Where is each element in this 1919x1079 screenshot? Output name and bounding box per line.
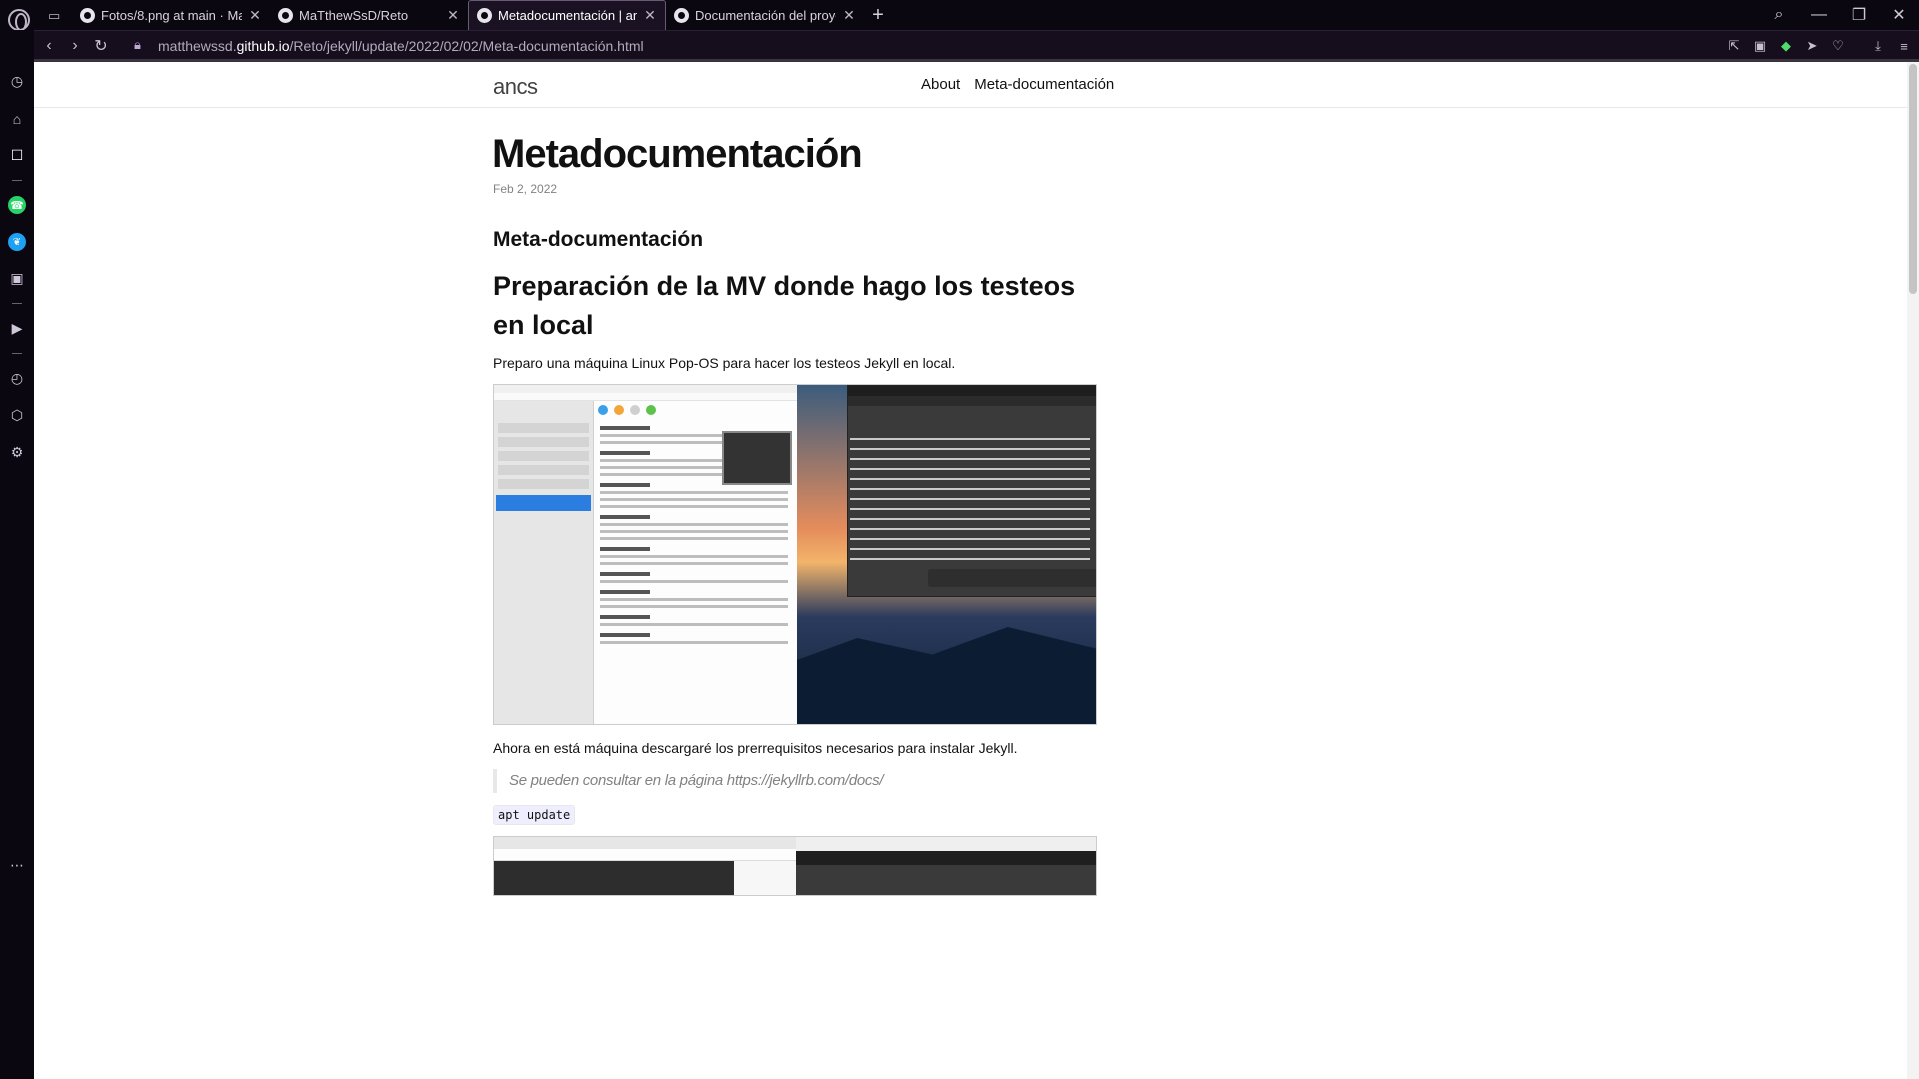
tab-title: Documentación del proyecto [695, 7, 836, 23]
more-icon[interactable]: ⋯ [8, 856, 26, 874]
sidebar: ◷ ⌂ ☐ ☎ ❦ ▣ ▶ ◴ ⬡ ⚙ ⋯ [0, 30, 34, 1079]
opera-logo-icon[interactable] [8, 9, 30, 31]
paragraph-prerequisites: Ahora en está máquina descargaré los pre… [493, 740, 1018, 756]
tab-fotos[interactable]: Fotos/8.png at main · MaThewSsD ✕ [72, 0, 270, 30]
player-icon[interactable]: ▶ [8, 319, 26, 337]
blockquote: Se pueden consultar en la página https:/… [493, 769, 884, 793]
tab-title: MaTthewSsD/Reto [299, 7, 409, 23]
close-icon[interactable]: ✕ [248, 7, 262, 24]
restore-icon[interactable]: ❐ [1839, 0, 1879, 30]
send-icon[interactable]: ➤ [1801, 35, 1823, 57]
share-icon[interactable]: ⇱ [1723, 35, 1745, 57]
reload-icon[interactable]: ↻ [90, 35, 112, 57]
scrollbar-thumb[interactable] [1909, 64, 1917, 294]
screenshot-jekyll-docs [493, 836, 1097, 896]
close-icon[interactable]: ✕ [446, 7, 460, 24]
settings-icon[interactable]: ⚙ [8, 443, 26, 461]
url-field[interactable]: matthewssd.github.io/Reto/jekyll/update/… [158, 38, 644, 54]
nav-link-meta-documentacion[interactable]: Meta-documentación [974, 76, 1114, 93]
twitter-icon[interactable]: ❦ [8, 233, 26, 251]
nav-link-about[interactable]: About [921, 76, 960, 93]
tab-documentacion[interactable]: Documentación del proyecto ✕ [666, 0, 864, 30]
site-header: ancs About Meta-documentación [34, 62, 1907, 108]
search-icon[interactable]: ⌕ [1759, 0, 1799, 30]
speed-dial-icon[interactable]: ◷ [8, 72, 26, 90]
extensions-icon[interactable]: ⬡ [8, 406, 26, 424]
whatsapp-icon[interactable]: ☎ [8, 196, 26, 214]
close-window-icon[interactable]: ✕ [1879, 0, 1919, 30]
quote-text: Se pueden consultar en la página https:/… [509, 772, 884, 789]
window-controls: ⌕ — ❐ ✕ [1759, 0, 1919, 30]
sidebar-divider [12, 180, 22, 181]
screenshot-vm-popos [493, 384, 1097, 725]
shield-icon[interactable]: ◆ [1775, 35, 1797, 57]
tab-title: Fotos/8.png at main · MaThewSsD [101, 7, 242, 23]
heart-icon[interactable]: ♡ [1827, 35, 1849, 57]
gx-corner-icon[interactable]: ⌂ [8, 110, 26, 128]
url-host: github.io [236, 38, 290, 54]
url-prefix: matthewssd. [158, 38, 237, 54]
sidebar-divider [12, 353, 22, 354]
tab-strip: Fotos/8.png at main · MaThewSsD ✕ MaTthe… [72, 0, 892, 30]
sidebar-divider [12, 303, 22, 304]
page-scrollbar[interactable] [1907, 62, 1919, 1079]
site-nav: About Meta-documentación [921, 76, 1114, 93]
virtualbox-window [494, 385, 797, 724]
tab-title: Metadocumentación | ancs [498, 8, 637, 23]
url-path: /Reto/jekyll/update/2022/02/02/Meta-docu… [289, 38, 644, 54]
back-icon[interactable]: ‹ [38, 35, 60, 57]
web-page: ancs About Meta-documentación Metadocume… [34, 62, 1919, 1079]
minimize-icon[interactable]: — [1799, 0, 1839, 30]
globe-icon [674, 7, 689, 23]
camera-icon[interactable]: ▣ [1749, 35, 1771, 57]
gamepad-icon[interactable]: ▭ [48, 8, 60, 24]
globe-icon [477, 8, 492, 23]
section-heading-meta: Meta-documentación [493, 228, 704, 251]
terminal-window [847, 385, 1096, 597]
close-icon[interactable]: ✕ [643, 7, 657, 24]
site-title-link[interactable]: ancs [493, 74, 538, 100]
forward-icon[interactable]: › [64, 35, 86, 57]
section-heading-preparation: Preparación de la MV donde hago los test… [493, 271, 1076, 340]
tab-metadocumentacion[interactable]: Metadocumentación | ancs ✕ [468, 0, 666, 30]
address-actions: ⇱ ▣ ◆ ➤ ♡ ⤓ ≡ [1723, 35, 1915, 57]
menu-icon[interactable]: ≡ [1893, 35, 1915, 57]
download-icon[interactable]: ⤓ [1867, 35, 1889, 57]
code-inline: apt update [493, 805, 576, 825]
github-icon [80, 7, 95, 23]
new-tab-button[interactable]: + [864, 0, 892, 30]
discord-icon[interactable]: ▣ [8, 269, 26, 287]
github-icon [278, 7, 293, 23]
tab-reto[interactable]: MaTthewSsD/Reto ✕ [270, 0, 468, 30]
post-title: Metadocumentación [492, 132, 863, 176]
tab-bar: ▭ Fotos/8.png at main · MaThewSsD ✕ MaTt… [0, 0, 1919, 31]
paragraph-intro: Preparo una máquina Linux Pop-OS para ha… [493, 355, 956, 371]
history-icon[interactable]: ◴ [8, 369, 26, 387]
twitch-icon[interactable]: ☐ [8, 146, 26, 164]
close-icon[interactable]: ✕ [842, 7, 856, 24]
post-date: Feb 2, 2022 [493, 182, 558, 196]
code-text: apt update [498, 808, 571, 822]
popos-desktop [797, 385, 1096, 724]
lock-icon[interactable]: 🔒︎ [134, 37, 141, 53]
address-bar: ‹ › ↻ 🔒︎ matthewssd.github.io/Reto/jekyl… [34, 30, 1919, 60]
